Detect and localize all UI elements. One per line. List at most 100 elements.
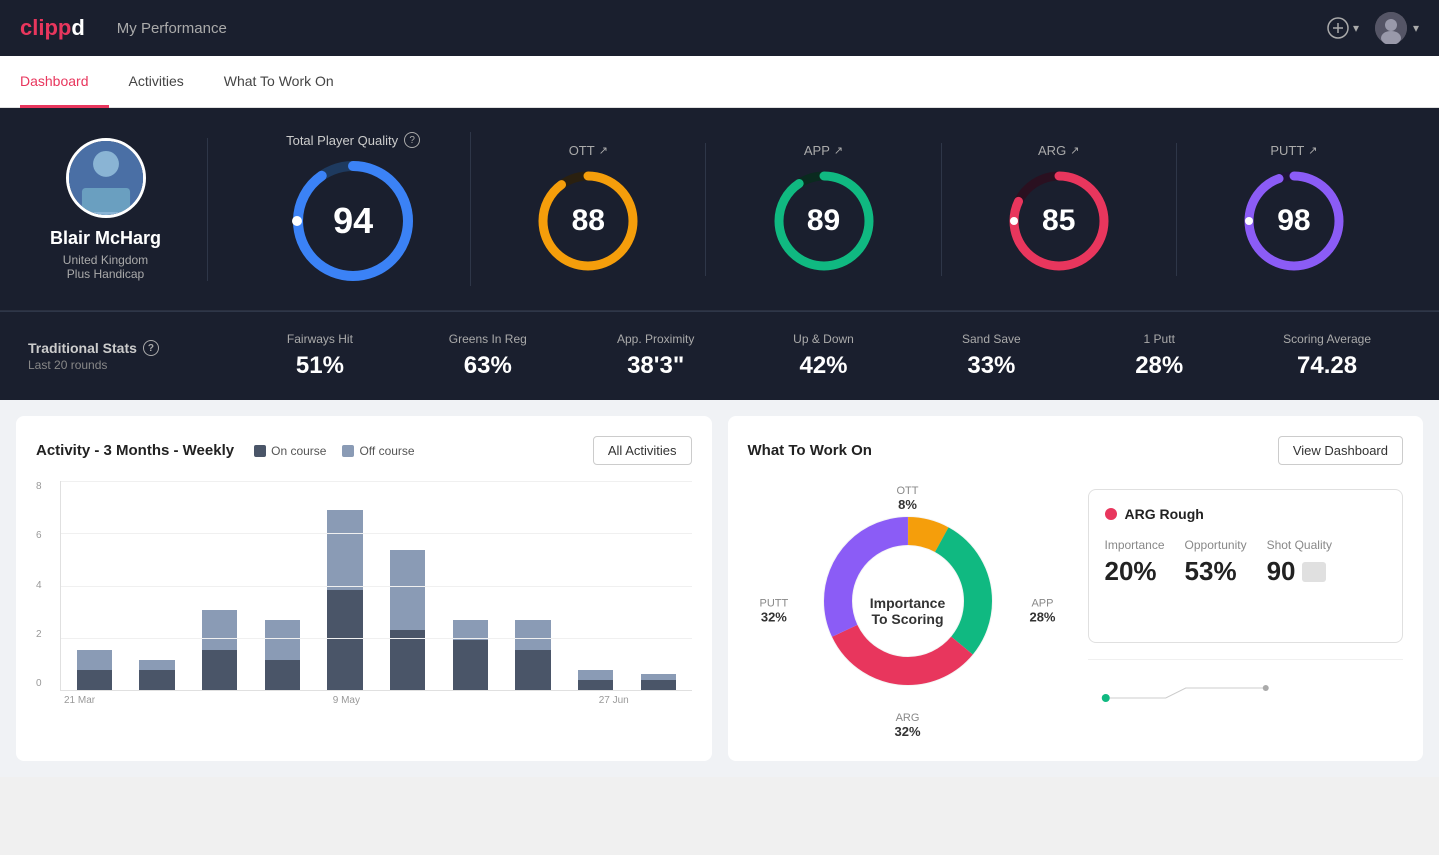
bar-group bbox=[253, 481, 312, 690]
bar-on-course bbox=[202, 650, 237, 690]
metric-shot-quality: Shot Quality 90 bbox=[1267, 538, 1332, 587]
bar-on-course bbox=[453, 640, 488, 690]
label-putt: PUTT 32% bbox=[760, 598, 789, 625]
bar-on-course bbox=[641, 680, 676, 690]
legend-on-course: On course bbox=[254, 444, 326, 458]
player-name: Blair McHarg bbox=[50, 228, 161, 249]
bar-group bbox=[629, 481, 688, 690]
legend-on-dot bbox=[254, 445, 266, 457]
metric-importance: Importance 20% bbox=[1105, 538, 1165, 587]
bar-on-course bbox=[77, 670, 112, 690]
bar-group bbox=[65, 481, 124, 690]
score-arg-value: 85 bbox=[1042, 204, 1075, 238]
work-on-card-header: What To Work On View Dashboard bbox=[748, 436, 1404, 465]
ring-putt: PUTT ↗ 98 bbox=[1177, 143, 1411, 276]
chart-area: 0 2 4 6 8 bbox=[36, 481, 692, 721]
user-menu[interactable]: ▾ bbox=[1375, 12, 1419, 44]
donut-chart bbox=[808, 501, 1008, 701]
player-country: United Kingdom bbox=[63, 253, 148, 267]
tab-what-to-work-on[interactable]: What To Work On bbox=[204, 57, 354, 108]
donut-labels: Importance To Scoring OTT 8% APP 28% ARG bbox=[758, 481, 1058, 741]
label-ott: OTT 8% bbox=[897, 485, 919, 512]
player-handicap: Plus Handicap bbox=[67, 267, 144, 281]
ring-container-putt: 98 bbox=[1239, 166, 1349, 276]
activity-title: Activity - 3 Months - Weekly bbox=[36, 442, 234, 459]
header-right: ▾ ▾ bbox=[1327, 12, 1419, 44]
bar-off-course bbox=[202, 610, 237, 650]
stat-help-icon[interactable]: ? bbox=[143, 340, 159, 356]
score-total-value: 94 bbox=[333, 200, 373, 242]
activity-card: Activity - 3 Months - Weekly On course O… bbox=[16, 416, 712, 761]
bar-on-course bbox=[578, 680, 613, 690]
tab-activities[interactable]: Activities bbox=[109, 57, 204, 108]
info-card-title: ARG Rough bbox=[1105, 506, 1387, 522]
bar-on-course bbox=[139, 670, 174, 690]
bar-on-course bbox=[515, 650, 550, 690]
info-metrics: Importance 20% Opportunity 53% Shot Qual… bbox=[1105, 538, 1387, 587]
activity-card-header: Activity - 3 Months - Weekly On course O… bbox=[36, 436, 692, 465]
stat-1-putt: 1 Putt 28% bbox=[1075, 332, 1243, 380]
connector-area bbox=[1088, 659, 1404, 741]
add-button[interactable]: ▾ bbox=[1327, 17, 1359, 39]
bar-group bbox=[378, 481, 437, 690]
score-rings: Total Player Quality ? 94 OTT ↗ bbox=[208, 132, 1411, 286]
ring-container-total: 94 bbox=[288, 156, 418, 286]
app-label: APP ↗ bbox=[804, 143, 843, 158]
player-info: Blair McHarg United Kingdom Plus Handica… bbox=[28, 138, 208, 281]
bar-group bbox=[504, 481, 563, 690]
stat-app-proximity: App. Proximity 38'3" bbox=[572, 332, 740, 380]
label-arg: ARG 32% bbox=[894, 712, 920, 739]
metric-badge bbox=[1302, 562, 1326, 582]
stat-label-section: Traditional Stats ? Last 20 rounds bbox=[28, 340, 208, 372]
ring-arg: ARG ↗ 85 bbox=[942, 143, 1177, 276]
header: clippd My Performance ▾ ▾ bbox=[0, 0, 1439, 56]
arg-label: ARG ↗ bbox=[1038, 143, 1079, 158]
avatar bbox=[1375, 12, 1407, 44]
player-avatar bbox=[66, 138, 146, 218]
legend-off-course: Off course bbox=[342, 444, 414, 458]
stat-fairways-hit: Fairways Hit 51% bbox=[236, 332, 404, 380]
ring-total: Total Player Quality ? 94 bbox=[236, 132, 471, 286]
score-ott-value: 88 bbox=[572, 204, 605, 238]
bar-on-course bbox=[390, 630, 425, 690]
bar-off-course bbox=[515, 620, 550, 650]
logo-text: clippd bbox=[20, 15, 85, 41]
ring-ott: OTT ↗ 88 bbox=[471, 143, 706, 276]
metric-opportunity: Opportunity 53% bbox=[1185, 538, 1247, 587]
putt-label: PUTT ↗ bbox=[1270, 143, 1317, 158]
tab-bar: Dashboard Activities What To Work On bbox=[0, 56, 1439, 108]
logo: clippd My Performance bbox=[20, 15, 227, 41]
stat-sand-save: Sand Save 33% bbox=[907, 332, 1075, 380]
bar-off-course bbox=[578, 670, 613, 680]
header-title: My Performance bbox=[117, 20, 227, 37]
stat-scoring-average: Scoring Average 74.28 bbox=[1243, 332, 1411, 380]
bar-off-course bbox=[327, 510, 362, 590]
traditional-stats: Traditional Stats ? Last 20 rounds Fairw… bbox=[0, 311, 1439, 400]
bar-group bbox=[441, 481, 500, 690]
all-activities-button[interactable]: All Activities bbox=[593, 436, 692, 465]
score-app-value: 89 bbox=[807, 204, 840, 238]
stat-label-sub: Last 20 rounds bbox=[28, 358, 184, 372]
ring-app: APP ↗ 89 bbox=[706, 143, 941, 276]
bar-group bbox=[128, 481, 187, 690]
legend-off-dot bbox=[342, 445, 354, 457]
work-on-card: What To Work On View Dashboard bbox=[728, 416, 1424, 761]
work-on-title: What To Work On bbox=[748, 442, 872, 459]
bar-on-course bbox=[327, 590, 362, 690]
bar-group bbox=[566, 481, 625, 690]
work-on-content: Importance To Scoring OTT 8% APP 28% ARG bbox=[748, 481, 1404, 741]
bar-off-course bbox=[453, 620, 488, 640]
bar-off-course bbox=[390, 550, 425, 630]
view-dashboard-button[interactable]: View Dashboard bbox=[1278, 436, 1403, 465]
bar-off-course bbox=[77, 650, 112, 670]
legend: On course Off course bbox=[254, 444, 415, 458]
help-icon[interactable]: ? bbox=[404, 132, 420, 148]
tab-dashboard[interactable]: Dashboard bbox=[20, 57, 109, 108]
bottom-section: Activity - 3 Months - Weekly On course O… bbox=[0, 400, 1439, 777]
bar-group bbox=[190, 481, 249, 690]
stat-greens-in-reg: Greens In Reg 63% bbox=[404, 332, 572, 380]
label-app: APP 28% bbox=[1029, 598, 1055, 625]
x-axis-labels: 21 Mar 9 May 27 Jun bbox=[64, 695, 692, 706]
stat-label-title: Traditional Stats ? bbox=[28, 340, 184, 356]
stats-grid: Fairways Hit 51% Greens In Reg 63% App. … bbox=[208, 332, 1411, 380]
